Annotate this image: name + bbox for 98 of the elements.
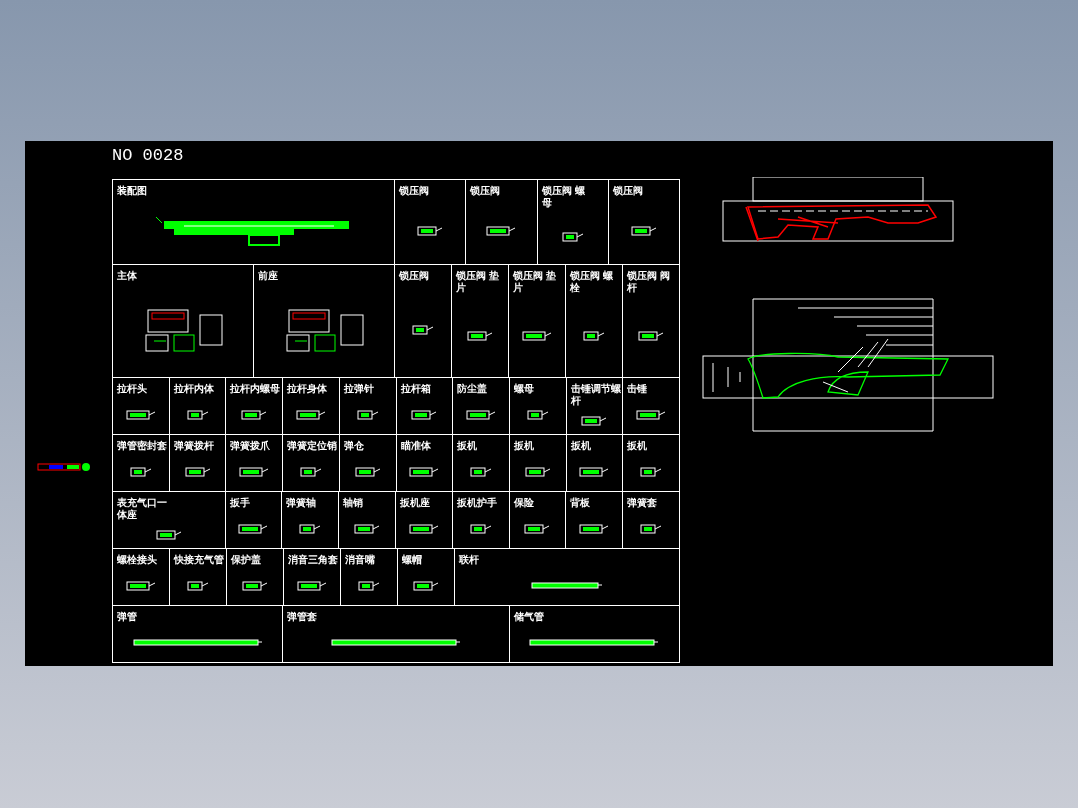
cell-label: 防尘盖: [457, 383, 488, 395]
part-drawing: [522, 329, 552, 342]
part-drawing: [356, 408, 379, 421]
cell-label: 弹簧拨杆: [173, 440, 214, 452]
part-drawing: [467, 329, 493, 342]
cell-label: 锁压阀 垫片: [513, 270, 558, 294]
cell-label: 拉杆身体: [287, 383, 328, 395]
cell-label: 表充气口一体座: [117, 497, 167, 521]
cell-label: 螺母: [513, 383, 534, 395]
part-drawing: [409, 465, 440, 478]
part-drawing: [630, 224, 657, 237]
cell-label: 击锤调节螺杆: [570, 383, 621, 407]
cell-label: 背板: [570, 497, 591, 509]
part-drawing: [583, 329, 605, 342]
cell-label: 扳机: [627, 440, 648, 452]
part-drawing: [636, 408, 667, 421]
cell-label: 击锤: [627, 383, 648, 395]
cell-label: 拉杆内体: [173, 383, 214, 395]
cell-label: 保险: [513, 497, 534, 509]
cell-label: 弹簧定位销: [287, 440, 338, 452]
part-drawing: [125, 408, 156, 421]
part-drawing: [411, 408, 438, 421]
part-drawing: [354, 465, 381, 478]
part-drawing: [299, 465, 322, 478]
part-drawing: [413, 579, 439, 592]
part-drawing: [638, 329, 664, 342]
part-drawing: [579, 465, 610, 478]
part-drawing: [37, 462, 91, 472]
cell-label: 锁压阀: [612, 185, 643, 197]
cell-label: 螺栓接头: [117, 554, 157, 566]
part-drawing: [238, 522, 269, 535]
part-drawing: [299, 522, 322, 535]
cell-label: 装配图: [117, 185, 147, 197]
part-drawing: [417, 224, 444, 237]
cell-label: 主体: [117, 270, 137, 282]
cell-label: 锁压阀 螺栓: [570, 270, 615, 294]
part-drawing: [531, 581, 603, 590]
cell-label: 锁压阀: [399, 270, 429, 282]
cell-label: 锁压阀 阀杆: [627, 270, 672, 294]
cell-label: 快接充气管: [174, 554, 224, 566]
cell-label: 扳机护手: [456, 497, 497, 509]
cell-label: 扳手: [229, 497, 250, 509]
drawing-number: NO 0028: [112, 146, 185, 166]
cell-label: 拉杆内螺母: [230, 383, 281, 395]
cell-label: 拉弹针: [343, 383, 374, 395]
part-drawing: [561, 230, 584, 243]
part-drawing: [241, 408, 268, 421]
part-drawing: [640, 522, 663, 535]
part-drawing: [412, 323, 434, 336]
part-drawing: [524, 522, 551, 535]
part-drawing: [126, 579, 156, 592]
part-drawing: [524, 465, 551, 478]
part-drawing: [186, 408, 209, 421]
cell-label: 联杆: [459, 554, 479, 566]
part-drawing: [358, 579, 380, 592]
cell-label: 弹簧拨爪: [230, 440, 271, 452]
cell-label: 瞄准体: [400, 440, 431, 452]
cell-label: 消音三角套: [288, 554, 338, 566]
part-drawing: [354, 522, 381, 535]
part-drawing: [242, 579, 268, 592]
cell-label: 前座: [258, 270, 278, 282]
cell-label: 弹管: [117, 611, 137, 623]
part-drawing: [155, 528, 182, 541]
part-drawing: [239, 465, 270, 478]
part-drawing: [466, 408, 497, 421]
cell-label: 弹簧套: [627, 497, 658, 509]
cell-label: 锁压阀: [399, 185, 429, 197]
part-drawing: [187, 579, 209, 592]
part-drawing: [184, 465, 211, 478]
cell-label: 扳机: [513, 440, 534, 452]
part-drawing: [640, 465, 663, 478]
part-drawing: [129, 465, 152, 478]
cell-label: 拉杆箱: [400, 383, 431, 395]
cell-label: 扳机座: [400, 497, 430, 509]
cell-label: 拉杆头: [117, 383, 147, 395]
cell-label: 弹管密封套: [117, 440, 167, 452]
cell-label: 保护盖: [231, 554, 261, 566]
part-drawing: [579, 522, 610, 535]
part-drawing: [526, 408, 549, 421]
cell-label: 消音嘴: [345, 554, 375, 566]
part-drawing: [295, 408, 326, 421]
cell-label: 储气管: [513, 611, 544, 623]
cell-label: 弹簧轴: [286, 497, 317, 509]
part-drawing: [470, 465, 493, 478]
cell-label: 锁压阀: [470, 185, 501, 197]
part-drawing: [408, 522, 439, 535]
cell-label: 扳机: [457, 440, 478, 452]
cell-label: 弹管套: [287, 611, 318, 623]
cell-label: 锁压阀 螺母: [541, 185, 586, 209]
part-drawing: [469, 522, 492, 535]
part-drawing: [581, 414, 608, 427]
cell-label: 轴销: [343, 497, 364, 509]
part-drawing: [297, 579, 327, 592]
cell-label: 弹仓: [343, 440, 364, 452]
cell-label: 螺帽: [402, 554, 422, 566]
cell-label: 锁压阀 垫片: [456, 270, 501, 294]
part-drawing: [486, 224, 517, 237]
cell-label: 扳机: [570, 440, 591, 452]
